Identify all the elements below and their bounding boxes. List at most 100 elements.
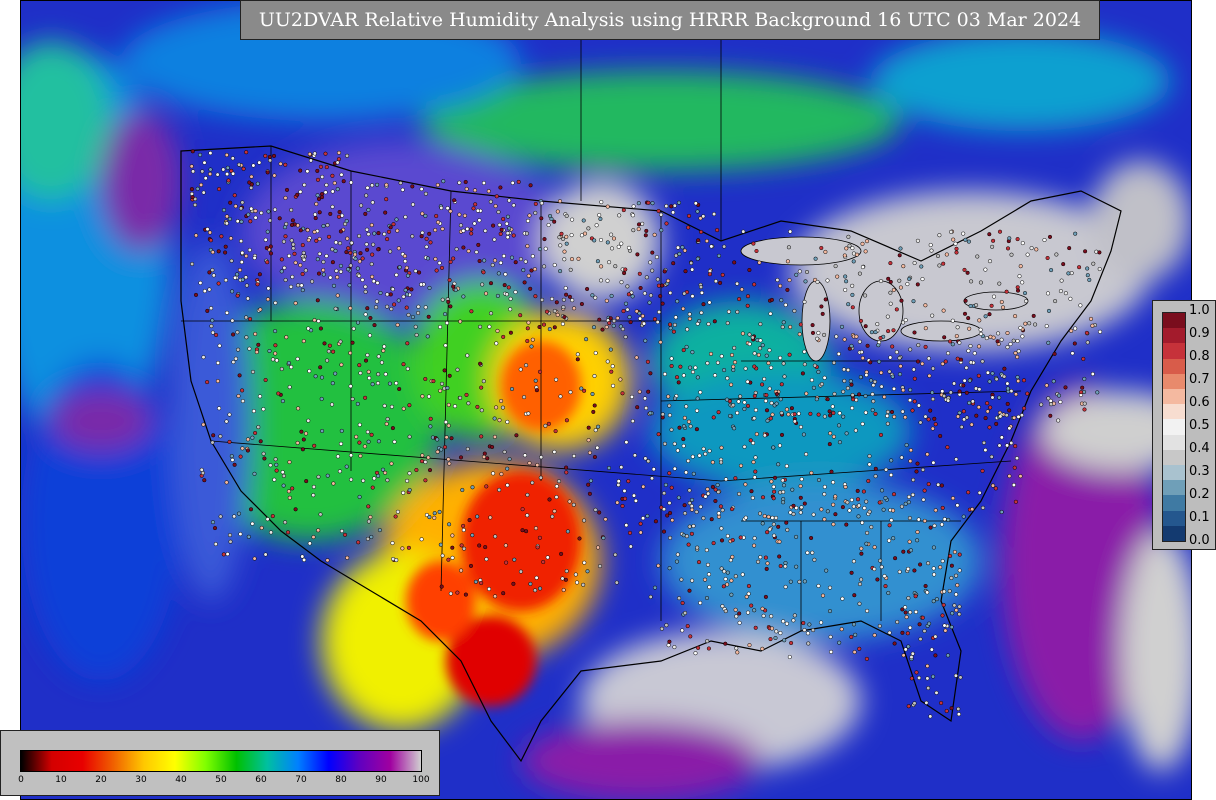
station-marker: [1005, 386, 1010, 391]
station-marker: [248, 219, 253, 224]
station-marker: [676, 380, 681, 385]
station-marker: [1079, 390, 1084, 395]
station-marker: [431, 379, 436, 384]
station-marker: [505, 235, 510, 240]
station-marker: [497, 487, 502, 492]
station-marker: [681, 424, 687, 429]
station-marker: [988, 405, 993, 410]
station-marker: [931, 599, 936, 604]
station-marker: [959, 424, 964, 430]
station-marker: [286, 360, 291, 366]
station-marker: [592, 238, 597, 243]
station-marker: [887, 369, 892, 374]
station-marker: [555, 209, 560, 214]
station-marker: [636, 227, 641, 232]
station-marker: [1015, 288, 1021, 293]
station-marker: [1019, 413, 1024, 418]
station-marker: [863, 293, 868, 298]
station-marker: [355, 401, 360, 406]
station-marker: [501, 591, 506, 596]
station-marker: [968, 303, 973, 309]
station-marker: [586, 438, 591, 443]
station-marker: [947, 589, 952, 594]
station-marker: [596, 424, 601, 429]
station-marker: [1007, 408, 1012, 413]
station-marker: [720, 272, 725, 277]
station-marker: [330, 189, 335, 194]
station-marker: [247, 180, 252, 185]
station-marker: [324, 165, 329, 170]
station-marker: [488, 281, 494, 286]
station-marker: [461, 228, 466, 233]
station-marker: [962, 378, 967, 383]
station-marker: [487, 324, 492, 329]
station-marker: [451, 256, 456, 261]
station-marker: [1058, 399, 1063, 405]
station-marker: [445, 206, 450, 211]
station-marker: [487, 586, 492, 592]
station-marker: [368, 515, 373, 520]
station-marker: [1087, 277, 1092, 282]
station-marker: [425, 256, 430, 261]
station-marker: [807, 622, 812, 627]
station-marker: [448, 304, 453, 309]
station-marker: [819, 620, 824, 625]
station-marker: [990, 371, 995, 376]
station-marker: [646, 459, 651, 464]
station-marker: [672, 396, 678, 401]
station-marker: [788, 324, 793, 330]
station-marker: [964, 390, 969, 395]
station-marker: [1045, 291, 1051, 296]
station-marker: [662, 491, 667, 496]
station-marker: [918, 562, 923, 567]
station-marker: [853, 428, 858, 433]
station-marker: [683, 610, 688, 616]
station-marker: [906, 596, 911, 601]
station-marker: [912, 330, 917, 335]
station-marker: [1063, 385, 1068, 390]
station-marker: [530, 337, 535, 342]
station-marker: [419, 187, 424, 192]
station-marker: [252, 255, 257, 260]
station-marker: [315, 298, 320, 303]
station-marker: [798, 495, 803, 500]
rh-colorbar: 0 10 20 30 40 50 60 70 80 90 100: [0, 730, 440, 796]
station-marker: [265, 297, 271, 302]
station-marker: [375, 280, 380, 285]
station-marker: [923, 326, 928, 331]
station-marker: [591, 325, 597, 330]
station-marker: [701, 516, 706, 521]
station-marker: [559, 551, 564, 556]
station-marker: [891, 287, 896, 293]
station-marker: [446, 557, 451, 562]
station-marker: [423, 376, 428, 382]
station-marker: [447, 278, 452, 283]
station-marker: [564, 292, 569, 297]
station-marker: [928, 242, 933, 248]
station-marker: [557, 199, 563, 204]
station-marker: [593, 295, 598, 300]
station-marker: [230, 156, 235, 161]
station-marker: [482, 451, 487, 456]
station-marker: [267, 218, 273, 223]
station-marker: [781, 619, 786, 624]
station-marker: [267, 348, 272, 354]
station-marker: [582, 388, 587, 393]
station-marker: [613, 552, 618, 557]
station-marker: [953, 673, 958, 678]
station-marker: [931, 674, 936, 679]
station-marker: [842, 253, 847, 258]
station-marker: [233, 275, 238, 280]
station-marker: [328, 275, 333, 280]
station-marker: [283, 520, 288, 525]
station-marker: [211, 433, 216, 438]
station-marker: [337, 469, 342, 474]
station-marker: [217, 187, 222, 192]
station-marker: [502, 283, 507, 288]
station-marker: [590, 391, 595, 397]
station-marker: [652, 317, 657, 322]
station-marker: [887, 630, 892, 635]
station-marker: [1007, 426, 1012, 431]
station-marker: [999, 435, 1004, 440]
station-marker: [377, 528, 382, 533]
